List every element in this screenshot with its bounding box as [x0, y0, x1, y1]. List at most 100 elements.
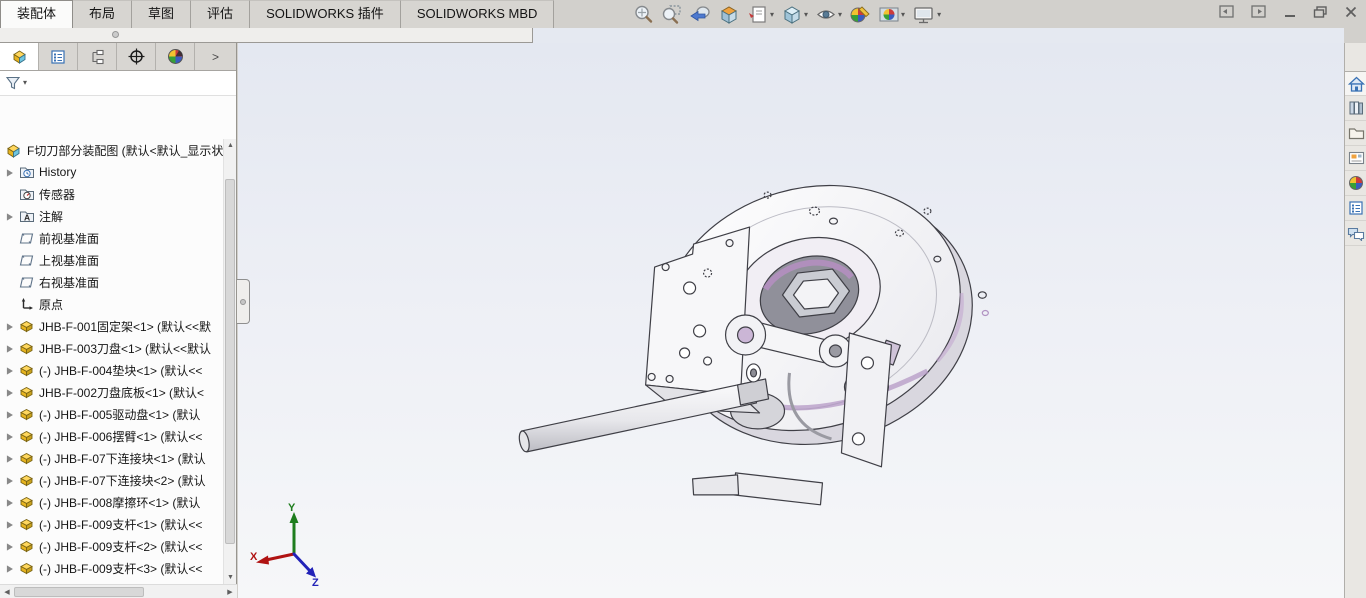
tree-item[interactable]: ▶ (-) JHB-F-07下连接块<2> (默认 [0, 469, 223, 491]
close-button[interactable] [1344, 5, 1358, 19]
expand-arrow-icon[interactable]: ▶ [3, 453, 17, 464]
view-palette-button[interactable] [1345, 146, 1366, 171]
scrollbar-thumb[interactable] [225, 179, 235, 544]
tree-item-label: JHB-F-001固定架<1> (默认<<默 [39, 319, 212, 334]
minimize-button[interactable] [1283, 5, 1297, 19]
dropdown-arrow-icon[interactable]: ▾ [901, 10, 905, 19]
tree-item[interactable]: ▶ (-) JHB-F-004垫块<1> (默认<< [0, 359, 223, 381]
tree-item[interactable]: ▶ 上视基准面 [0, 249, 223, 271]
filter-dropdown-arrow-icon[interactable]: ▾ [23, 79, 27, 87]
toggle-left-pane-button[interactable] [1219, 5, 1235, 19]
tree-item[interactable]: ▶ (-) JHB-F-009支杆<1> (默认<< [0, 513, 223, 535]
more-tabs-chevron[interactable]: > [195, 43, 236, 70]
expand-arrow-icon[interactable]: ▶ [3, 541, 17, 552]
tab-propertymanager[interactable] [39, 43, 78, 70]
tree-item[interactable]: ▶ 右视基准面 [0, 271, 223, 293]
expand-arrow-icon[interactable]: ▶ [3, 167, 17, 178]
tab-configurationmanager[interactable] [78, 43, 117, 70]
tree-item[interactable]: ▶ 原点 [0, 293, 223, 315]
scroll-left-arrow-icon[interactable]: ◀ [0, 588, 14, 596]
expand-arrow-icon[interactable]: ▶ [3, 519, 17, 530]
assembly-model[interactable] [238, 43, 1344, 598]
part-icon [17, 451, 36, 465]
tab-sketch[interactable]: 草图 [132, 0, 192, 28]
panel-drag-handle[interactable] [112, 31, 119, 38]
window-controls [1219, 5, 1358, 19]
expand-arrow-icon[interactable]: ▶ [3, 563, 17, 574]
scroll-down-arrow-icon[interactable]: ▼ [224, 571, 237, 584]
panel-collapse-handle[interactable] [237, 279, 250, 324]
file-explorer-button[interactable] [1345, 121, 1366, 146]
tab-sw-mbd[interactable]: SOLIDWORKS MBD [400, 0, 555, 28]
tree-item[interactable]: ▶ (-) JHB-F-009支杆<2> (默认<< [0, 535, 223, 557]
expand-arrow-icon[interactable]: ▶ [3, 365, 17, 376]
dropdown-arrow-icon[interactable]: ▾ [937, 10, 941, 19]
tree-item[interactable]: ▶ JHB-F-002刀盘底板<1> (默认< [0, 381, 223, 403]
tab-layout[interactable]: 布局 [73, 0, 133, 28]
zoom-to-fit-button[interactable] [633, 4, 654, 25]
part-icon [17, 363, 36, 377]
expand-arrow-icon[interactable]: ▶ [3, 387, 17, 398]
tab-assembly[interactable]: 装配体 [0, 0, 74, 28]
expand-arrow-icon[interactable]: ▶ [3, 343, 17, 354]
view-settings-button[interactable]: ▾ [912, 4, 941, 25]
expand-arrow-icon[interactable]: ▶ [3, 409, 17, 420]
tree-item-label: (-) JHB-F-009支杆<3> (默认<< [39, 561, 203, 576]
view-orientation-button[interactable]: ▾ [781, 4, 808, 25]
toggle-right-pane-button[interactable] [1251, 5, 1267, 19]
feature-tree: F切刀部分装配图 (默认<默认_显示状 ▶ History ▶ 传感器 ▶ A … [0, 139, 223, 584]
view-palette-icon [1348, 151, 1364, 165]
section-view-button[interactable] [718, 4, 740, 25]
tree-item[interactable]: ▶ A 注解 [0, 205, 223, 227]
scrollbar-thumb[interactable] [14, 586, 144, 597]
expand-arrow-icon[interactable]: ▶ [3, 431, 17, 442]
tab-displaymanager[interactable] [156, 43, 195, 70]
solidworks-resources-button[interactable] [1345, 71, 1366, 96]
graphics-viewport[interactable]: Y X Z [237, 43, 1344, 598]
tree-item[interactable]: ▶ (-) JHB-F-009支杆<3> (默认<< [0, 557, 223, 579]
scroll-right-arrow-icon[interactable]: ▶ [223, 588, 237, 596]
tree-item[interactable]: ▶ (-) JHB-F-07下连接块<1> (默认 [0, 447, 223, 469]
tab-dimxpertmanager[interactable] [117, 43, 156, 70]
tab-featuremanager-tree[interactable] [0, 43, 39, 70]
dynamic-annotation-views-button[interactable]: ▾ [747, 4, 774, 25]
tab-sw-addins[interactable]: SOLIDWORKS 插件 [250, 0, 401, 28]
tree-item[interactable]: ▶ 传感器 [0, 183, 223, 205]
expand-arrow-icon[interactable]: ▶ [3, 211, 17, 222]
design-library-button[interactable] [1345, 96, 1366, 121]
expand-arrow-icon[interactable]: ▶ [3, 497, 17, 508]
scroll-up-arrow-icon[interactable]: ▲ [224, 139, 237, 152]
expand-arrow-icon[interactable]: ▶ [3, 321, 17, 332]
tree-root-item[interactable]: F切刀部分装配图 (默认<默认_显示状 [0, 139, 223, 161]
expand-arrow-icon[interactable]: ▶ [3, 475, 17, 486]
tree-item[interactable]: ▶ JHB-F-001固定架<1> (默认<<默 [0, 315, 223, 337]
tree-item[interactable]: ▶ JHB-F-003刀盘<1> (默认<<默认 [0, 337, 223, 359]
apply-scene-button[interactable]: ▾ [878, 4, 905, 25]
filter-funnel-icon[interactable] [5, 75, 21, 91]
history-icon [17, 165, 36, 179]
restore-button[interactable] [1313, 5, 1328, 19]
tree-item[interactable]: ▶ (-) JHB-F-006摆臂<1> (默认<< [0, 425, 223, 447]
edit-appearance-button[interactable] [849, 4, 871, 25]
tree-item[interactable]: ▶ History [0, 161, 223, 183]
tree-vertical-scrollbar[interactable]: ▲ ▼ [223, 139, 236, 584]
tree-item[interactable]: ▶ (-) JHB-F-008摩擦环<1> (默认 [0, 491, 223, 513]
featuremanager-panel: > ▾ F切刀部分装配图 (默认<默认_显示状 ▶ History 传感器 ▶ … [0, 43, 237, 598]
solidworks-forum-button[interactable] [1345, 221, 1366, 246]
tree-item[interactable]: ▶ (-) JHB-F-005驱动盘<1> (默认 [0, 403, 223, 425]
tree-item[interactable]: ▶ 前视基准面 [0, 227, 223, 249]
dropdown-arrow-icon[interactable]: ▾ [804, 10, 808, 19]
tab-evaluate[interactable]: 评估 [191, 0, 251, 28]
dropdown-arrow-icon[interactable]: ▾ [770, 10, 774, 19]
hide-show-items-button[interactable]: ▾ [815, 4, 842, 25]
dropdown-arrow-icon[interactable]: ▾ [838, 10, 842, 19]
zoom-to-area-button[interactable] [661, 4, 682, 25]
previous-view-button[interactable] [689, 4, 711, 25]
tree-item-label: History [39, 165, 77, 179]
custom-properties-button[interactable] [1345, 196, 1366, 221]
solidworks-window: 装配体 布局 草图 评估 SOLIDWORKS 插件 SOLIDWORKS MB… [0, 0, 1366, 598]
appearances-scenes-button[interactable] [1345, 171, 1366, 196]
viewport-top-strip [533, 28, 1344, 43]
tree-horizontal-scrollbar[interactable]: ◀ ▶ [0, 584, 237, 598]
commandmanager-collapsed-bar [0, 28, 533, 43]
